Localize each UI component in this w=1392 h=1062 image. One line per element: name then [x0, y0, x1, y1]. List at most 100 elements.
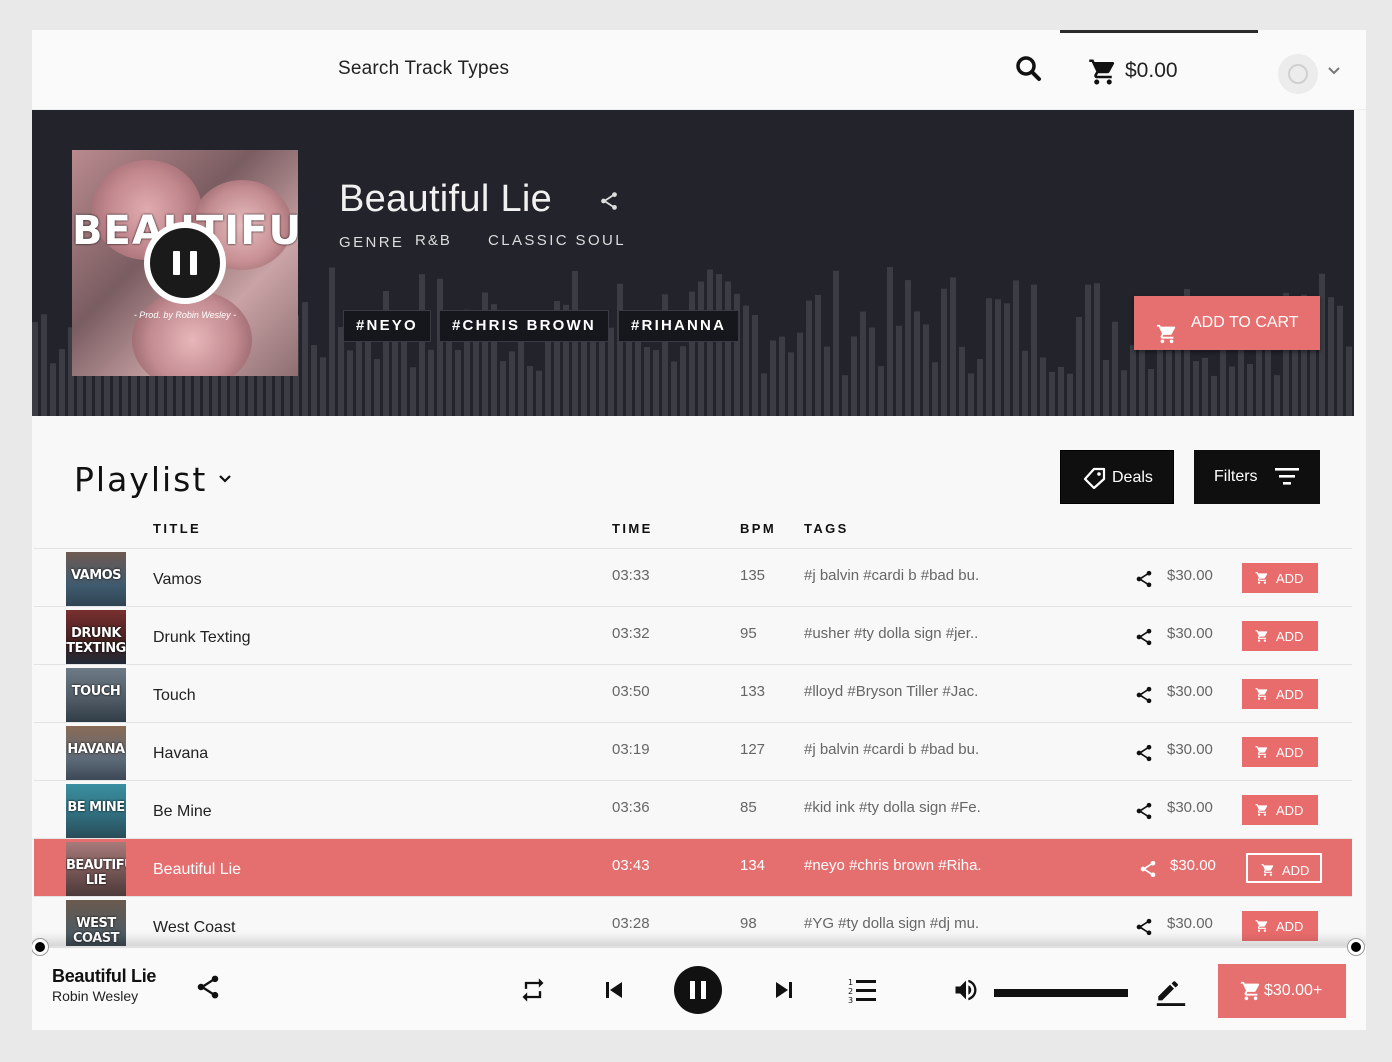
deals-button[interactable]: Deals: [1060, 450, 1174, 504]
column-header-title[interactable]: TITLE: [153, 521, 201, 536]
queue-icon[interactable]: 123: [848, 976, 878, 1009]
track-thumbnail[interactable]: HAVANA: [66, 726, 126, 782]
tag-chip[interactable]: #CHRIS BROWN: [439, 310, 609, 342]
waveform-bar: [617, 283, 623, 416]
table-row[interactable]: TOUCH Touch 03:50 133 #lloyd #Bryson Tiller …: [34, 664, 1352, 724]
now-playing-artist[interactable]: Robin Wesley: [52, 988, 138, 1004]
tag-chip[interactable]: #NEYO: [343, 310, 431, 342]
track-tags[interactable]: #neyo #chris brown #Riha.: [804, 857, 1000, 874]
chevron-down-icon[interactable]: [1326, 64, 1342, 82]
avatar[interactable]: [1278, 54, 1318, 94]
search-icon[interactable]: [1014, 54, 1044, 84]
track-thumbnail[interactable]: TOUCH: [66, 668, 126, 724]
track-title[interactable]: Drunk Texting: [153, 629, 251, 647]
subgenre-value[interactable]: CLASSIC SOUL: [488, 232, 626, 249]
table-row[interactable]: BEAUTIFUL LIE Beautiful Lie 03:43 134 #neyo …: [34, 838, 1352, 898]
add-button[interactable]: ADD: [1242, 621, 1318, 651]
track-title[interactable]: Havana: [153, 745, 208, 763]
track-thumbnail[interactable]: BE MINE: [66, 784, 126, 840]
track-tags[interactable]: #j balvin #cardi b #bad bu.: [804, 741, 1000, 758]
waveform-bar: [671, 361, 677, 416]
share-icon[interactable]: [1138, 859, 1158, 884]
waveform-bar: [1328, 297, 1334, 416]
waveform-bar: [410, 367, 416, 416]
waveform-bar: [1067, 373, 1073, 416]
track-tags[interactable]: #usher #ty dolla sign #jer..: [804, 625, 1000, 642]
previous-icon[interactable]: [602, 978, 626, 1007]
add-button[interactable]: ADD: [1242, 679, 1318, 709]
edit-icon[interactable]: [1154, 972, 1188, 1011]
column-header-time[interactable]: TIME: [612, 521, 653, 536]
share-icon[interactable]: [1134, 743, 1154, 768]
cart-button[interactable]: $0.00: [1060, 30, 1258, 110]
waveform-bar: [707, 269, 713, 416]
share-icon[interactable]: [1134, 917, 1154, 942]
track-tags[interactable]: #j balvin #cardi b #bad bu.: [804, 567, 1000, 584]
pause-button[interactable]: [144, 222, 226, 304]
track-tags[interactable]: #lloyd #Bryson Tiller #Jac.: [804, 683, 1000, 700]
add-label: ADD: [1276, 687, 1304, 702]
track-time: 03:43: [612, 857, 650, 874]
seek-bar[interactable]: [40, 946, 1358, 948]
filters-button[interactable]: Filters: [1194, 450, 1320, 504]
waveform-bar: [302, 302, 308, 416]
table-row[interactable]: VAMOS Vamos 03:33 135 #j balvin #cardi b #ba…: [34, 548, 1352, 608]
checkout-label: $30.00+: [1264, 982, 1323, 999]
waveform-bar: [1049, 371, 1055, 416]
volume-slider[interactable]: [994, 989, 1128, 997]
share-icon[interactable]: [1134, 627, 1154, 652]
tag-chip[interactable]: #RIHANNA: [618, 310, 740, 342]
track-list: VAMOS Vamos 03:33 135 #j balvin #cardi b #ba…: [34, 548, 1352, 956]
share-icon[interactable]: [1134, 801, 1154, 826]
share-icon[interactable]: [598, 190, 620, 217]
checkout-button[interactable]: $30.00+: [1218, 964, 1346, 1018]
add-button[interactable]: ADD: [1242, 795, 1318, 825]
waveform-bar: [842, 375, 848, 416]
track-tags[interactable]: #YG #ty dolla sign #dj mu.: [804, 915, 1000, 932]
waveform-bar: [959, 346, 965, 416]
genre-value[interactable]: R&B: [415, 232, 452, 249]
thumbnail-text: WEST COAST: [72, 916, 120, 946]
seek-start-handle[interactable]: [32, 939, 48, 955]
waveform-bar: [50, 363, 56, 416]
add-button[interactable]: ADD: [1242, 737, 1318, 767]
track-tags[interactable]: #kid ink #ty dolla sign #Fe.: [804, 799, 1000, 816]
seek-end-handle[interactable]: [1348, 939, 1364, 955]
waveform-bar: [761, 373, 767, 416]
chevron-down-icon[interactable]: [218, 472, 232, 490]
next-icon[interactable]: [772, 978, 796, 1007]
track-price: $30.00: [1167, 915, 1213, 932]
search-input[interactable]: Search Track Types: [338, 58, 509, 80]
add-button[interactable]: ADD: [1246, 853, 1322, 883]
add-button[interactable]: ADD: [1242, 911, 1318, 941]
share-icon[interactable]: [194, 972, 222, 1007]
track-thumbnail[interactable]: BEAUTIFUL LIE: [66, 842, 126, 898]
repeat-icon[interactable]: [519, 976, 547, 1009]
add-button[interactable]: ADD: [1242, 563, 1318, 593]
track-title[interactable]: Touch: [153, 687, 196, 705]
add-to-cart-button[interactable]: ADD TO CART: [1134, 296, 1320, 350]
share-icon[interactable]: [1134, 685, 1154, 710]
track-title[interactable]: Be Mine: [153, 803, 212, 821]
track-price: $30.00: [1167, 625, 1213, 642]
track-title[interactable]: Vamos: [153, 571, 202, 589]
table-row[interactable]: BE MINE Be Mine 03:36 85 #kid ink #ty dolla …: [34, 780, 1352, 840]
track-thumbnail[interactable]: VAMOS: [66, 552, 126, 608]
waveform-bar: [833, 270, 839, 416]
playlist-title[interactable]: Playlist: [74, 460, 207, 499]
waveform-bar: [473, 331, 479, 416]
share-icon[interactable]: [1134, 569, 1154, 594]
column-header-bpm[interactable]: BPM: [740, 521, 776, 536]
cart-icon: [1255, 745, 1269, 762]
table-row[interactable]: DRUNK TEXTING Drunk Texting 03:32 95 #usher …: [34, 606, 1352, 666]
waveform-bar: [743, 305, 749, 416]
table-row[interactable]: HAVANA Havana 03:19 127 #j balvin #cardi b #…: [34, 722, 1352, 782]
now-playing-title[interactable]: Beautiful Lie: [52, 966, 156, 987]
deals-label: Deals: [1112, 469, 1153, 486]
waveform-bar: [1247, 364, 1253, 416]
track-thumbnail[interactable]: DRUNK TEXTING: [66, 610, 126, 666]
volume-icon[interactable]: [952, 976, 980, 1009]
track-title[interactable]: West Coast: [153, 919, 235, 937]
pause-button[interactable]: [674, 966, 722, 1014]
track-title[interactable]: Beautiful Lie: [153, 861, 241, 879]
